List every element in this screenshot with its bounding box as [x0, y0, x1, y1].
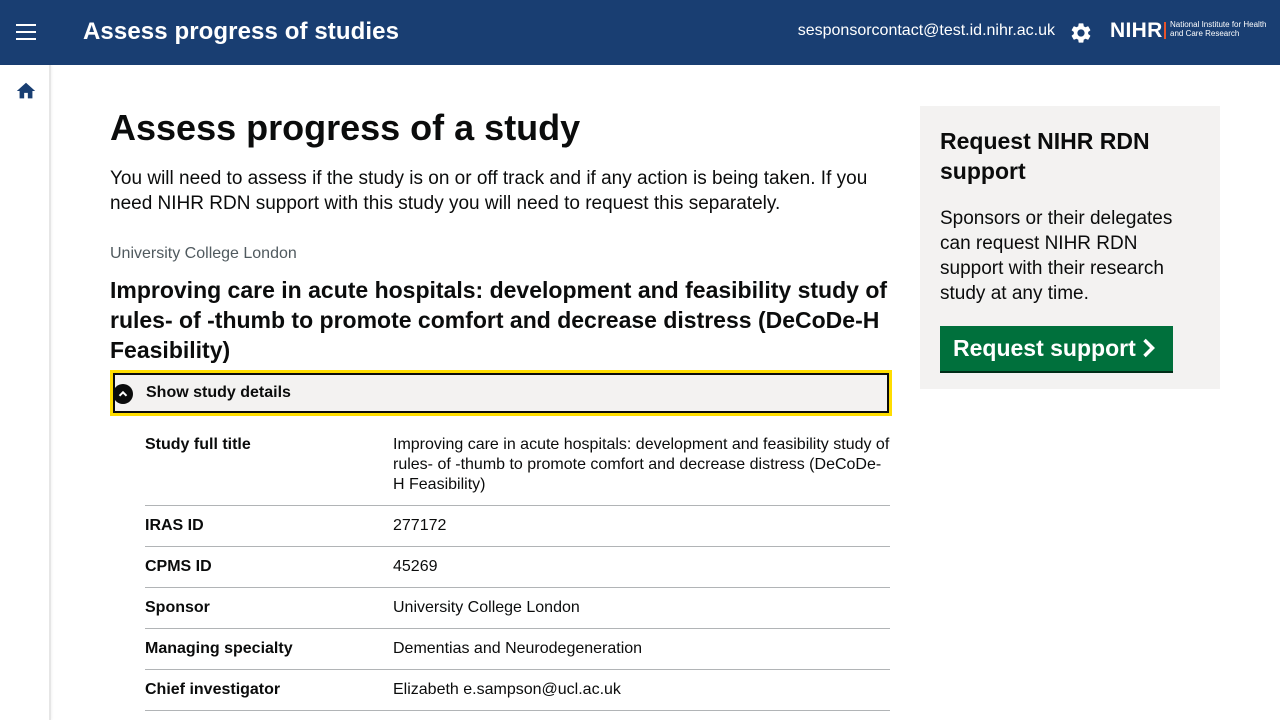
summary-value: University College London	[393, 599, 580, 616]
summary-value: 45269	[393, 558, 438, 575]
summary-key: Study full title	[145, 436, 251, 453]
summary-key: Managing specialty	[145, 640, 293, 657]
summary-row: IRAS ID 277172	[145, 506, 890, 547]
details-toggle-label: Show study details	[146, 384, 291, 401]
summary-key: CPMS ID	[145, 558, 212, 575]
app-title: Assess progress of studies	[83, 18, 400, 45]
summary-value: 277172	[393, 517, 447, 534]
summary-row: Managing specialty Dementias and Neurode…	[145, 629, 890, 670]
panel-body: Sponsors or their delegates can request …	[940, 208, 1173, 304]
logo-subtitle: National Institute for Health and Care R…	[1170, 20, 1267, 38]
summary-row: Sponsor University College London	[145, 588, 890, 629]
study-summary-list: Study full title Improving care in acute…	[145, 425, 890, 711]
logo-mark: NIHR	[1110, 19, 1163, 42]
chevron-up-icon	[113, 384, 133, 404]
summary-value: Improving care in acute hospitals: devel…	[393, 436, 890, 493]
request-support-panel: Request NIHR RDN support Sponsors or the…	[920, 106, 1220, 389]
intro-text: You will need to assess if the study is …	[110, 168, 868, 214]
home-icon[interactable]	[15, 80, 37, 102]
user-email: sesponsorcontact@test.id.nihr.ac.uk	[797, 22, 1055, 39]
menu-icon[interactable]	[16, 24, 36, 42]
summary-row: Study full title Improving care in acute…	[145, 425, 890, 506]
page-title: Assess progress of a study	[110, 107, 581, 148]
summary-key: Sponsor	[145, 599, 210, 616]
summary-row: CPMS ID 45269	[145, 547, 890, 588]
summary-value: Dementias and Neurodegeneration	[393, 640, 643, 657]
logo-divider	[1164, 22, 1166, 39]
gear-icon[interactable]	[1069, 21, 1093, 45]
request-support-label: Request support	[953, 335, 1136, 361]
summary-row: Chief investigator Elizabeth e.sampson@u…	[145, 670, 890, 711]
panel-heading: Request NIHR RDN support	[940, 128, 1150, 184]
summary-key: Chief investigator	[145, 681, 281, 698]
request-support-button[interactable]: Request support	[940, 326, 1173, 371]
side-nav	[0, 65, 51, 720]
nihr-logo[interactable]: NIHR National Institute for Health and C…	[1110, 19, 1270, 45]
organisation-caption: University College London	[110, 245, 297, 262]
chevron-right-icon	[1143, 338, 1155, 358]
study-title: Improving care in acute hospitals: devel…	[110, 277, 888, 363]
summary-key: IRAS ID	[145, 517, 204, 534]
top-header: Assess progress of studies sesponsorcont…	[0, 0, 1280, 65]
show-study-details-toggle[interactable]: Show study details	[110, 370, 892, 416]
summary-value: Elizabeth e.sampson@ucl.ac.uk	[393, 681, 621, 698]
